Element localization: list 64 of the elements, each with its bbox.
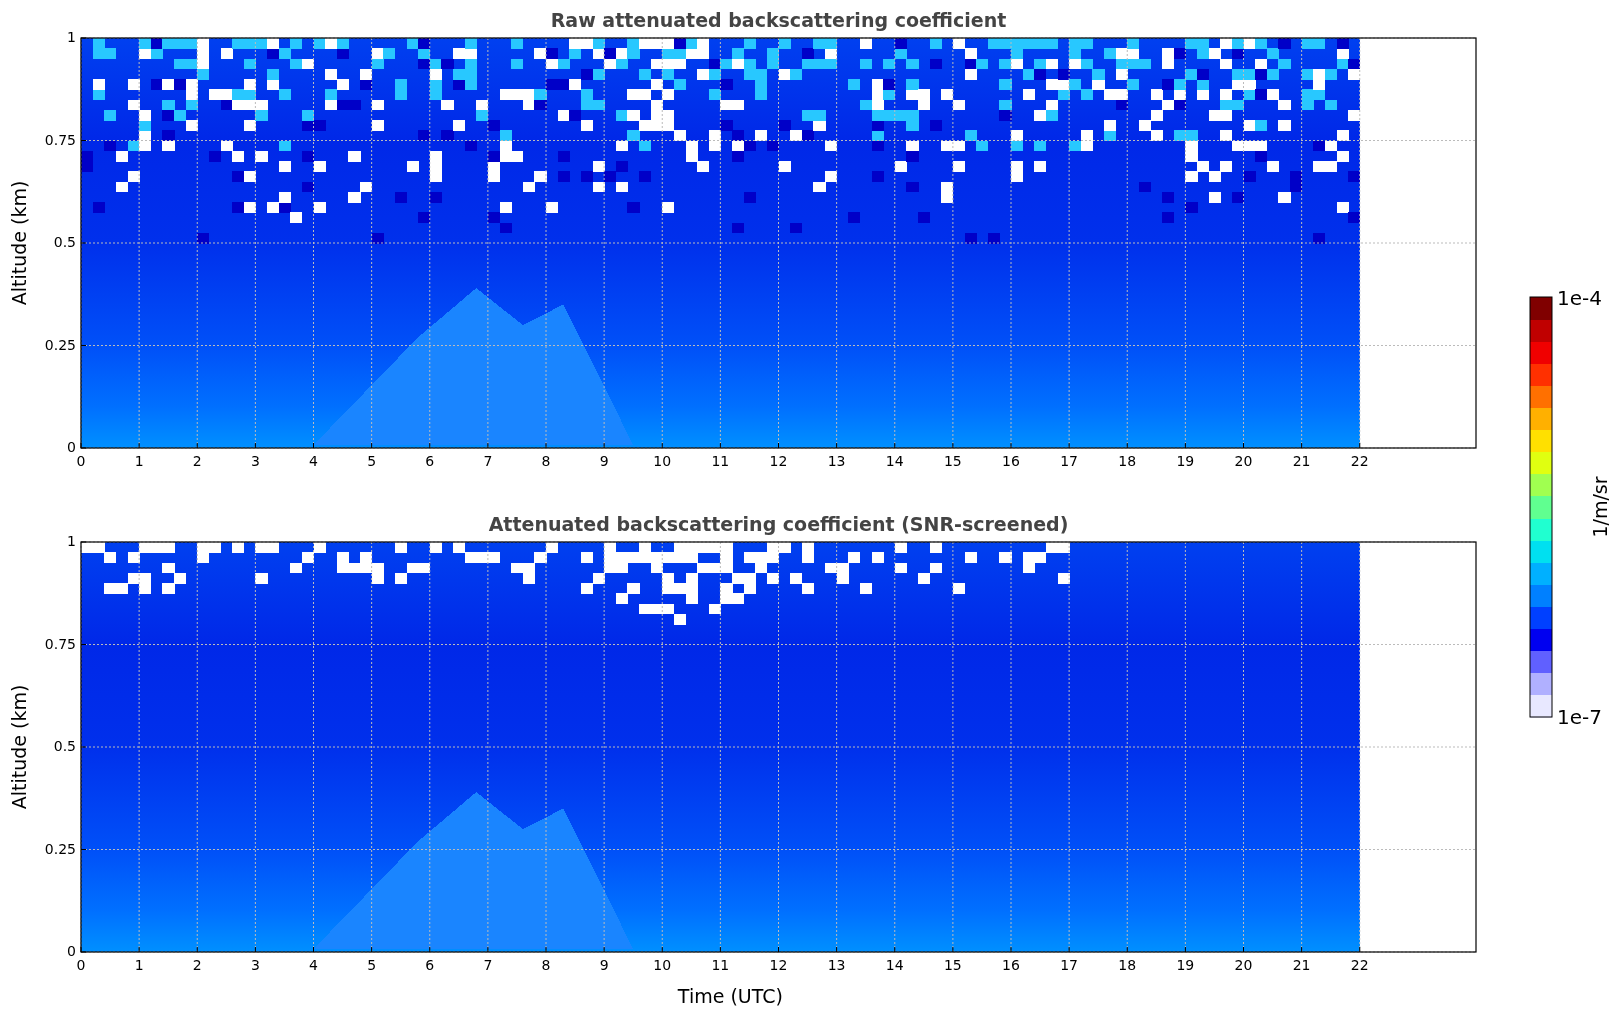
tick-label: 14: [885, 957, 904, 973]
tick-label: 14: [885, 453, 904, 469]
panel-title: Attenuated backscattering coefficient (SNR-screened): [488, 513, 1069, 535]
tick-label: 6: [425, 957, 435, 973]
tick-label: 8: [541, 957, 551, 973]
tick-label: 5: [367, 453, 377, 469]
axis-label: Altitude (km): [8, 180, 30, 306]
tick-label: 9: [599, 453, 609, 469]
tick-label: 0.75: [44, 131, 76, 148]
tick-label: 21: [1292, 957, 1311, 973]
tick-label: 12: [769, 957, 788, 973]
tick-label: 7: [483, 957, 493, 973]
tick-label: 10: [653, 453, 672, 469]
tick-label: 21: [1292, 453, 1311, 469]
tick-label: 16: [1002, 453, 1020, 469]
tick-label: 18: [1118, 453, 1137, 469]
tick-label: 7: [483, 453, 493, 469]
tick-label: 0.25: [44, 336, 76, 353]
tick-label: 1: [134, 957, 144, 973]
tick-label: 12: [769, 453, 788, 469]
tick-label: 2: [192, 957, 202, 973]
tick-label: 11: [711, 957, 730, 973]
tick-label: 1: [67, 533, 76, 549]
panel-title: Raw attenuated backscattering coefficient: [550, 9, 1007, 31]
tick-label: 0: [67, 439, 76, 455]
tick-label: 0.5: [53, 738, 76, 754]
tick-label: 0: [76, 453, 86, 469]
tick-label: 1: [67, 29, 76, 45]
tick-label: 11: [711, 453, 730, 469]
tick-label: 20: [1234, 957, 1253, 973]
axis-label: Time (UTC): [677, 985, 783, 1007]
tick-label: 19: [1176, 453, 1195, 469]
tick-label: 15: [943, 957, 962, 973]
tick-label: 4: [309, 957, 318, 973]
tick-label: 8: [541, 453, 551, 469]
tick-label: 19: [1176, 957, 1195, 973]
tick-label: 0: [67, 943, 76, 959]
tick-label: 20: [1234, 453, 1253, 469]
tick-label: 9: [599, 957, 609, 973]
colorbar-max: 1e-4: [1557, 286, 1602, 310]
tick-label: 4: [309, 453, 318, 469]
tick-label: 5: [367, 957, 377, 973]
tick-label: 1: [134, 453, 144, 469]
colorbar-label: 1/m/sr: [1589, 476, 1611, 538]
tick-label: 0: [76, 957, 86, 973]
tick-label: 13: [827, 453, 846, 469]
tick-label: 22: [1350, 453, 1369, 469]
tick-label: 16: [1002, 957, 1020, 973]
tick-label: 0.25: [44, 840, 76, 857]
tick-label: 17: [1060, 453, 1079, 469]
tick-label: 13: [827, 957, 846, 973]
tick-label: 18: [1118, 957, 1137, 973]
axis-label: Altitude (km): [8, 684, 30, 810]
tick-label: 3: [250, 453, 260, 469]
tick-label: 22: [1350, 957, 1369, 973]
tick-label: 6: [425, 453, 435, 469]
colorbar-min: 1e-7: [1557, 705, 1602, 729]
tick-label: 15: [943, 453, 962, 469]
tick-label: 17: [1060, 957, 1079, 973]
tick-label: 2: [192, 453, 202, 469]
tick-label: 0.5: [53, 234, 76, 250]
tick-label: 10: [653, 957, 672, 973]
tick-label: 3: [250, 957, 260, 973]
tick-label: 0.75: [44, 635, 76, 652]
